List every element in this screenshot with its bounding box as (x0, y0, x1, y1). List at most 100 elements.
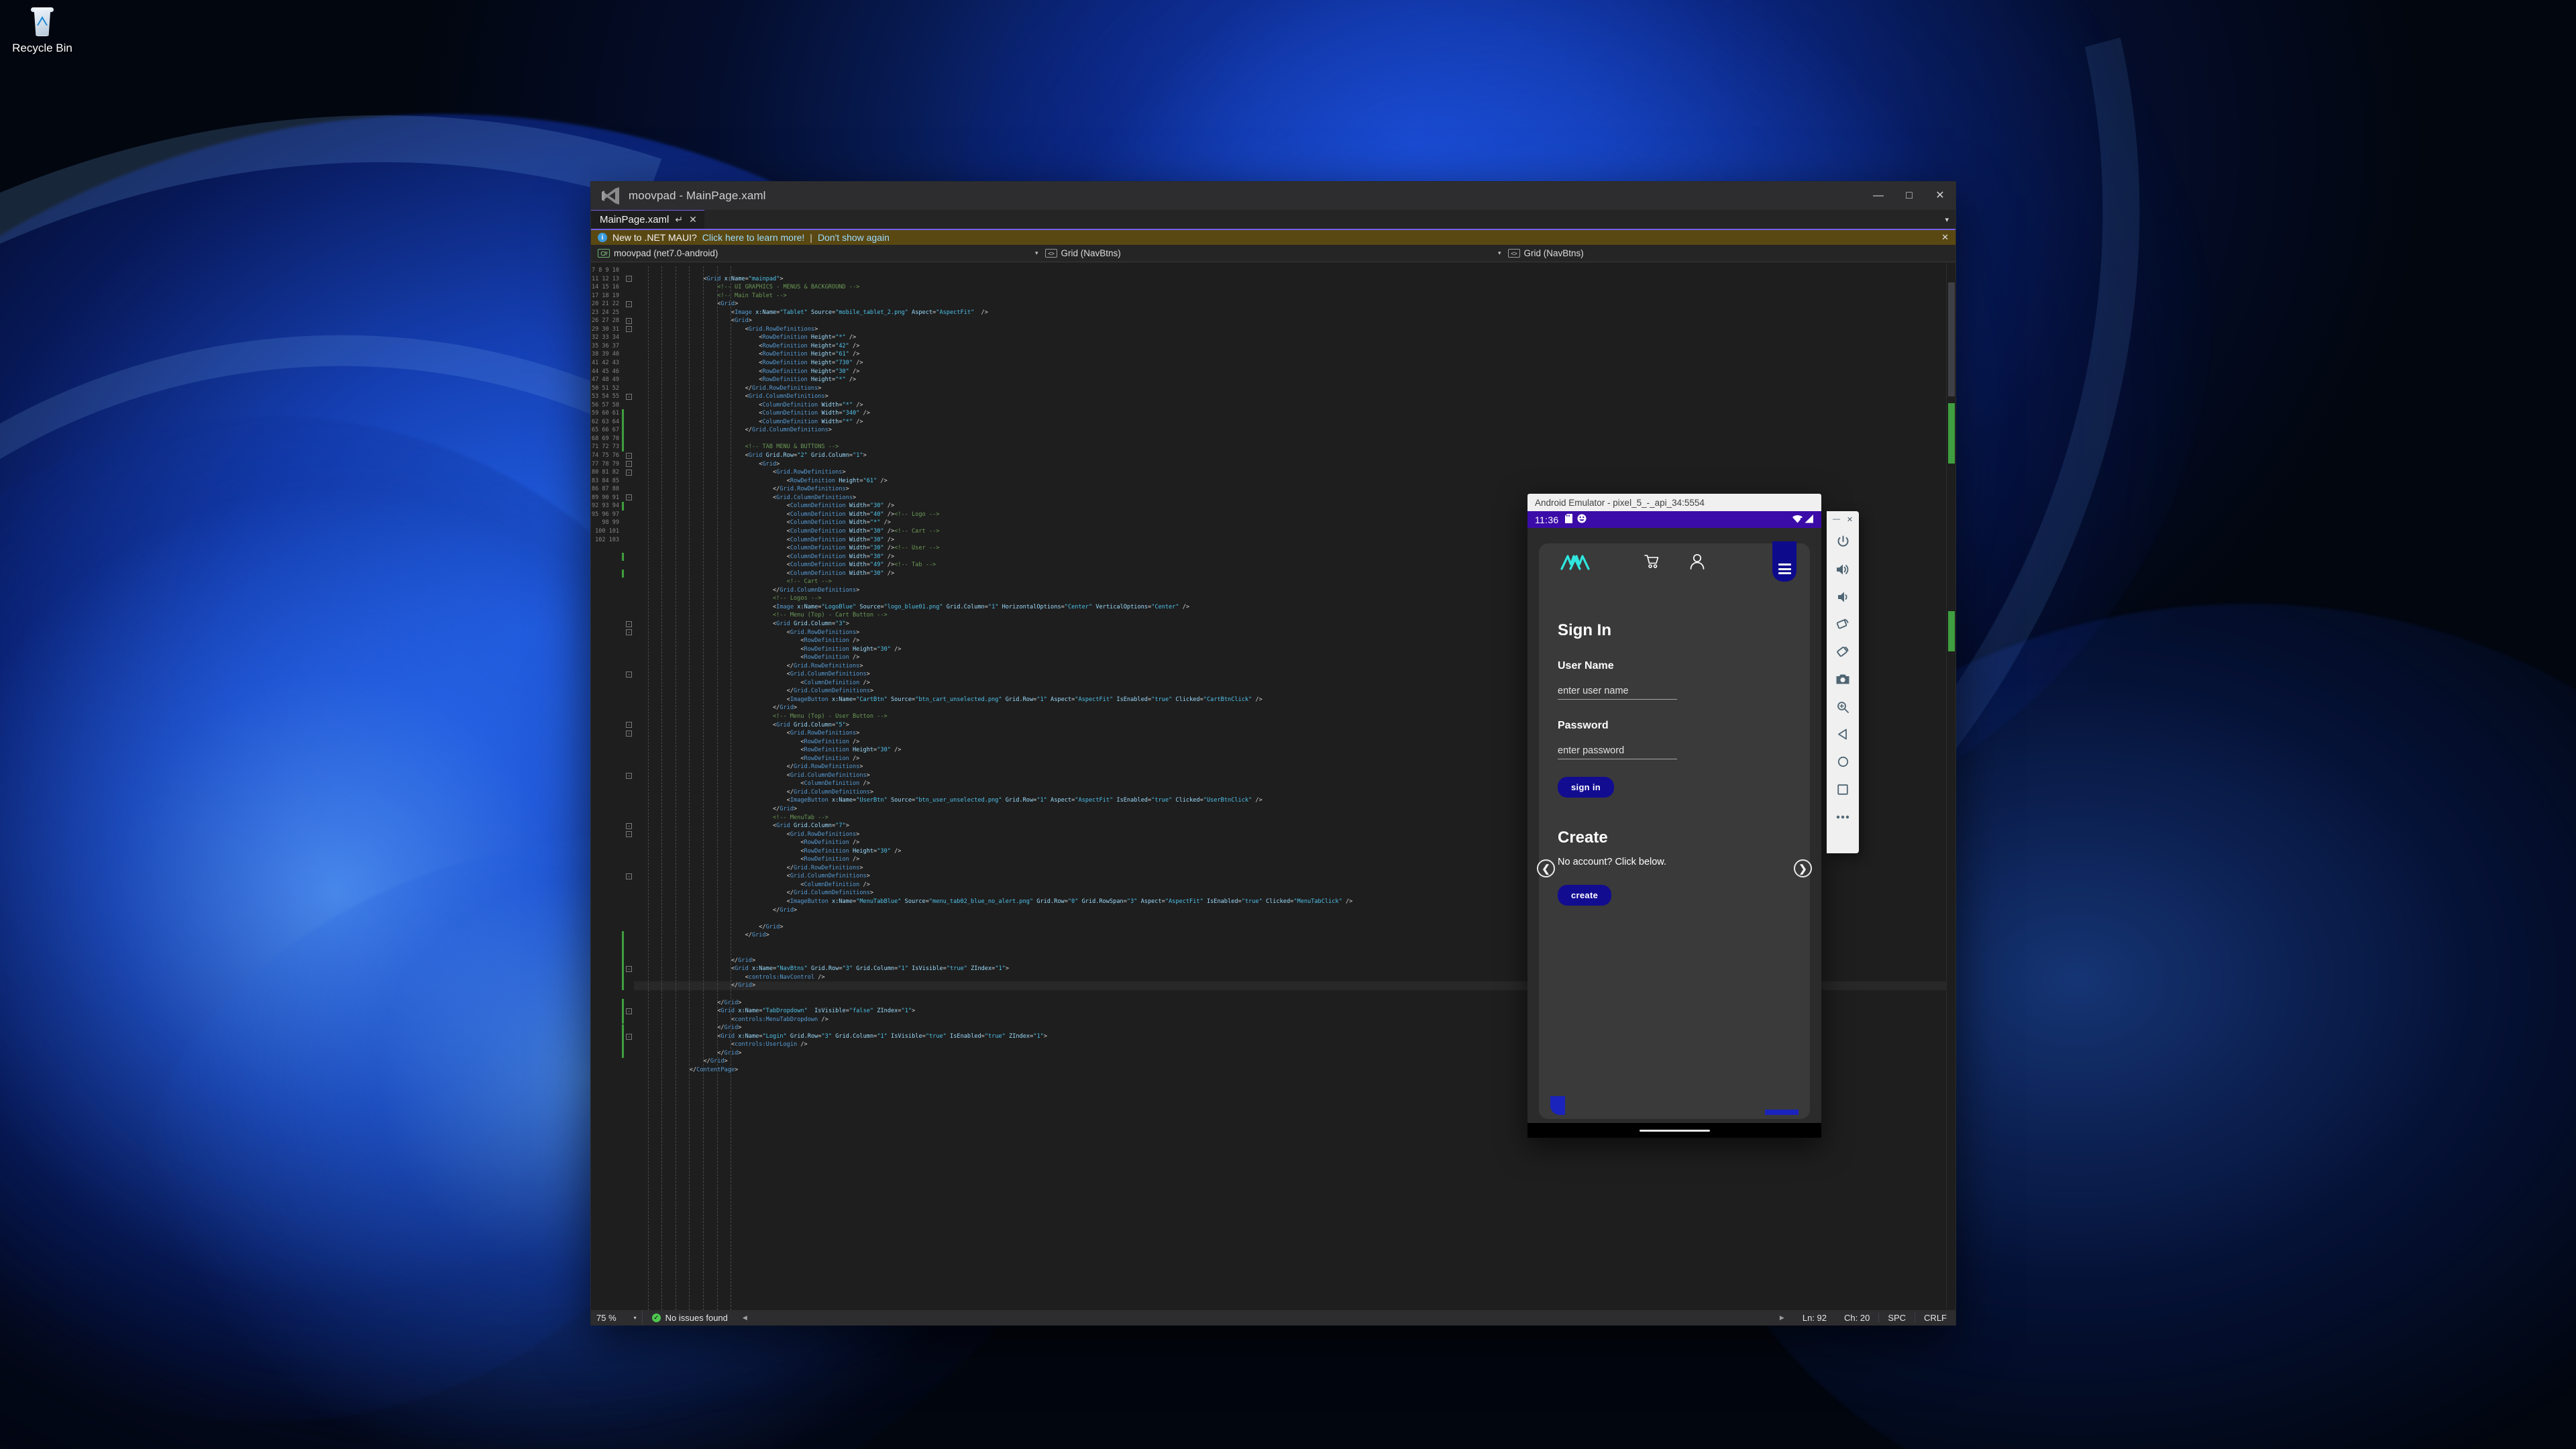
code-line[interactable]: <Grid> (634, 460, 1955, 469)
collapse-region-toggle[interactable]: - (626, 621, 632, 627)
screenshot-camera-icon[interactable] (1829, 665, 1856, 693)
code-line[interactable]: </Grid.ColumnDefinitions> (634, 426, 1955, 435)
collapse-region-toggle[interactable]: - (626, 469, 632, 476)
more-options-icon[interactable] (1829, 803, 1856, 830)
collapse-region-toggle[interactable]: - (626, 1008, 632, 1014)
emulator-minimize-button[interactable]: — (1833, 515, 1840, 524)
sign-in-button[interactable]: sign in (1558, 777, 1614, 798)
code-line[interactable]: <RowDefinition Height="730" /> (634, 359, 1955, 368)
power-icon[interactable] (1829, 528, 1856, 555)
tab-mainpage-xaml[interactable]: MainPage.xaml ↵ ✕ (591, 210, 704, 229)
code-line[interactable]: <!-- Main Tablet --> (634, 292, 1955, 301)
back-triangle-icon[interactable] (1829, 720, 1856, 748)
code-line[interactable]: <ColumnDefinition Width="*" /> (634, 418, 1955, 427)
collapse-region-toggle[interactable]: - (626, 822, 632, 829)
code-line[interactable]: <Grid.RowDefinitions> (634, 468, 1955, 477)
rotate-left-icon[interactable] (1829, 610, 1856, 638)
collapse-region-toggle[interactable]: - (626, 671, 632, 678)
create-button[interactable]: create (1558, 885, 1612, 906)
close-tab-icon[interactable]: ✕ (689, 214, 697, 225)
code-line[interactable] (634, 435, 1955, 443)
hamburger-menu-icon[interactable] (1772, 541, 1796, 582)
password-input[interactable]: enter password (1558, 745, 1677, 759)
chevron-down-icon[interactable]: ▾ (1938, 210, 1955, 229)
learn-more-link[interactable]: Click here to learn more! (702, 232, 805, 243)
collapse-region-toggle[interactable]: - (626, 494, 632, 501)
pin-tab-icon[interactable]: ↵ (675, 214, 683, 225)
code-line[interactable]: </Grid.RowDefinitions> (634, 384, 1955, 393)
code-line[interactable] (634, 266, 1955, 275)
collapse-region-toggle[interactable]: - (626, 393, 632, 400)
code-line[interactable]: <ColumnDefinition Width="340" /> (634, 409, 1955, 418)
user-account-icon[interactable] (1690, 553, 1705, 573)
home-circle-icon[interactable] (1829, 748, 1856, 775)
username-input[interactable]: enter user name (1558, 686, 1677, 700)
dont-show-again-link[interactable]: Don't show again (818, 232, 890, 243)
emulator-screen[interactable]: 11:36 Sign In User Name enter user name … (1527, 511, 1821, 1138)
status-indentation[interactable]: SPC (1878, 1312, 1915, 1323)
nav-previous-button[interactable]: ❮ (1537, 859, 1555, 877)
volume-down-icon[interactable] (1829, 583, 1856, 610)
scrollbar-thumb[interactable] (1948, 282, 1955, 396)
code-line[interactable]: <RowDefinition Height="30" /> (634, 368, 1955, 376)
issues-status[interactable]: ✓ No issues found (643, 1313, 737, 1323)
zoom-level-selector[interactable]: 75 % ▾ (591, 1310, 643, 1325)
navbar-member-selector-b[interactable]: ▾ <> Grid (NavBtns) (1493, 245, 1955, 262)
collapse-region-toggle[interactable]: - (626, 461, 632, 468)
collapse-region-toggle[interactable]: - (626, 772, 632, 779)
code-line[interactable]: <Grid Grid.Row="2" Grid.Column="1"> (634, 451, 1955, 460)
code-line[interactable]: <RowDefinition Height="*" /> (634, 376, 1955, 384)
code-line[interactable]: <RowDefinition Height="61" /> (634, 477, 1955, 486)
code-line[interactable]: <Grid.ColumnDefinitions> (634, 392, 1955, 401)
desktop-icon-recycle-bin[interactable]: Recycle Bin (5, 7, 79, 55)
collapse-region-toggle[interactable]: - (626, 831, 632, 838)
chevron-down-icon[interactable]: ▾ (1035, 250, 1038, 257)
navbar-member-selector-a[interactable]: ▾ <> Grid (NavBtns) (1030, 245, 1493, 262)
editor-vertical-scrollbar[interactable] (1946, 262, 1955, 1310)
emulator-close-button[interactable]: ✕ (1847, 515, 1853, 524)
collapse-region-toggle[interactable]: - (626, 276, 632, 282)
collapse-region-toggle[interactable]: - (626, 317, 632, 324)
code-line[interactable]: <Grid> (634, 317, 1955, 325)
chevron-down-icon[interactable]: ▾ (1498, 250, 1501, 257)
navbar-project-selector[interactable]: C# moovpad (net7.0-android) (591, 245, 1030, 262)
next-issue-button[interactable]: ▶ (1770, 1314, 1794, 1322)
code-line[interactable]: <Grid> (634, 300, 1955, 309)
code-line[interactable]: <Grid x:Name="mainpad"> (634, 275, 1955, 284)
code-line[interactable]: <!-- TAB MENU & BUTTONS --> (634, 443, 1955, 451)
code-outlining-margin[interactable]: --------------------- (625, 262, 634, 1310)
collapse-region-toggle[interactable]: - (626, 966, 632, 973)
collapse-region-toggle[interactable]: - (626, 452, 632, 459)
collapse-region-toggle[interactable]: - (626, 1033, 632, 1040)
collapse-region-toggle[interactable]: - (626, 722, 632, 729)
status-line-ending[interactable]: CRLF (1915, 1312, 1955, 1323)
collapse-region-toggle[interactable]: - (626, 326, 632, 333)
maui-app-surface[interactable]: Sign In User Name enter user name Passwo… (1527, 528, 1821, 1123)
emulator-title-bar[interactable]: Android Emulator - pixel_5_-_api_34:5554 (1527, 494, 1821, 511)
code-line[interactable]: <!-- UI GRAPHICS - MENUS & BACKGROUND --… (634, 283, 1955, 292)
nav-next-button[interactable]: ❯ (1794, 859, 1812, 877)
overview-square-icon[interactable] (1829, 775, 1856, 803)
rotate-right-icon[interactable] (1829, 638, 1856, 665)
collapse-region-toggle[interactable]: - (626, 873, 632, 880)
shopping-cart-icon[interactable] (1644, 554, 1659, 572)
minimize-button[interactable]: — (1863, 182, 1894, 210)
zoom-in-icon[interactable] (1829, 693, 1856, 720)
code-line[interactable]: <Image x:Name="Tablet" Source="mobile_ta… (634, 309, 1955, 317)
code-line[interactable]: <RowDefinition Height="61" /> (634, 350, 1955, 359)
vs-title-bar[interactable]: moovpad - MainPage.xaml — □ ✕ (591, 182, 1955, 210)
collapse-region-toggle[interactable]: - (626, 629, 632, 636)
collapse-region-toggle[interactable]: - (626, 730, 632, 737)
collapse-region-toggle[interactable]: - (626, 301, 632, 307)
volume-up-icon[interactable] (1829, 555, 1856, 583)
code-line[interactable]: <RowDefinition Height="*" /> (634, 333, 1955, 342)
code-line[interactable]: </Grid.RowDefinitions> (634, 485, 1955, 494)
android-gesture-nav-bar[interactable] (1527, 1123, 1821, 1138)
code-line[interactable]: <ColumnDefinition Width="*" /> (634, 401, 1955, 410)
close-info-bar-icon[interactable]: ✕ (1941, 232, 1949, 243)
previous-issue-button[interactable]: ◀ (737, 1314, 747, 1322)
code-line[interactable]: <RowDefinition Height="42" /> (634, 342, 1955, 351)
moov-logo-icon[interactable] (1560, 553, 1590, 575)
close-button[interactable]: ✕ (1925, 182, 1955, 210)
chevron-down-icon[interactable]: ▾ (634, 1315, 637, 1321)
